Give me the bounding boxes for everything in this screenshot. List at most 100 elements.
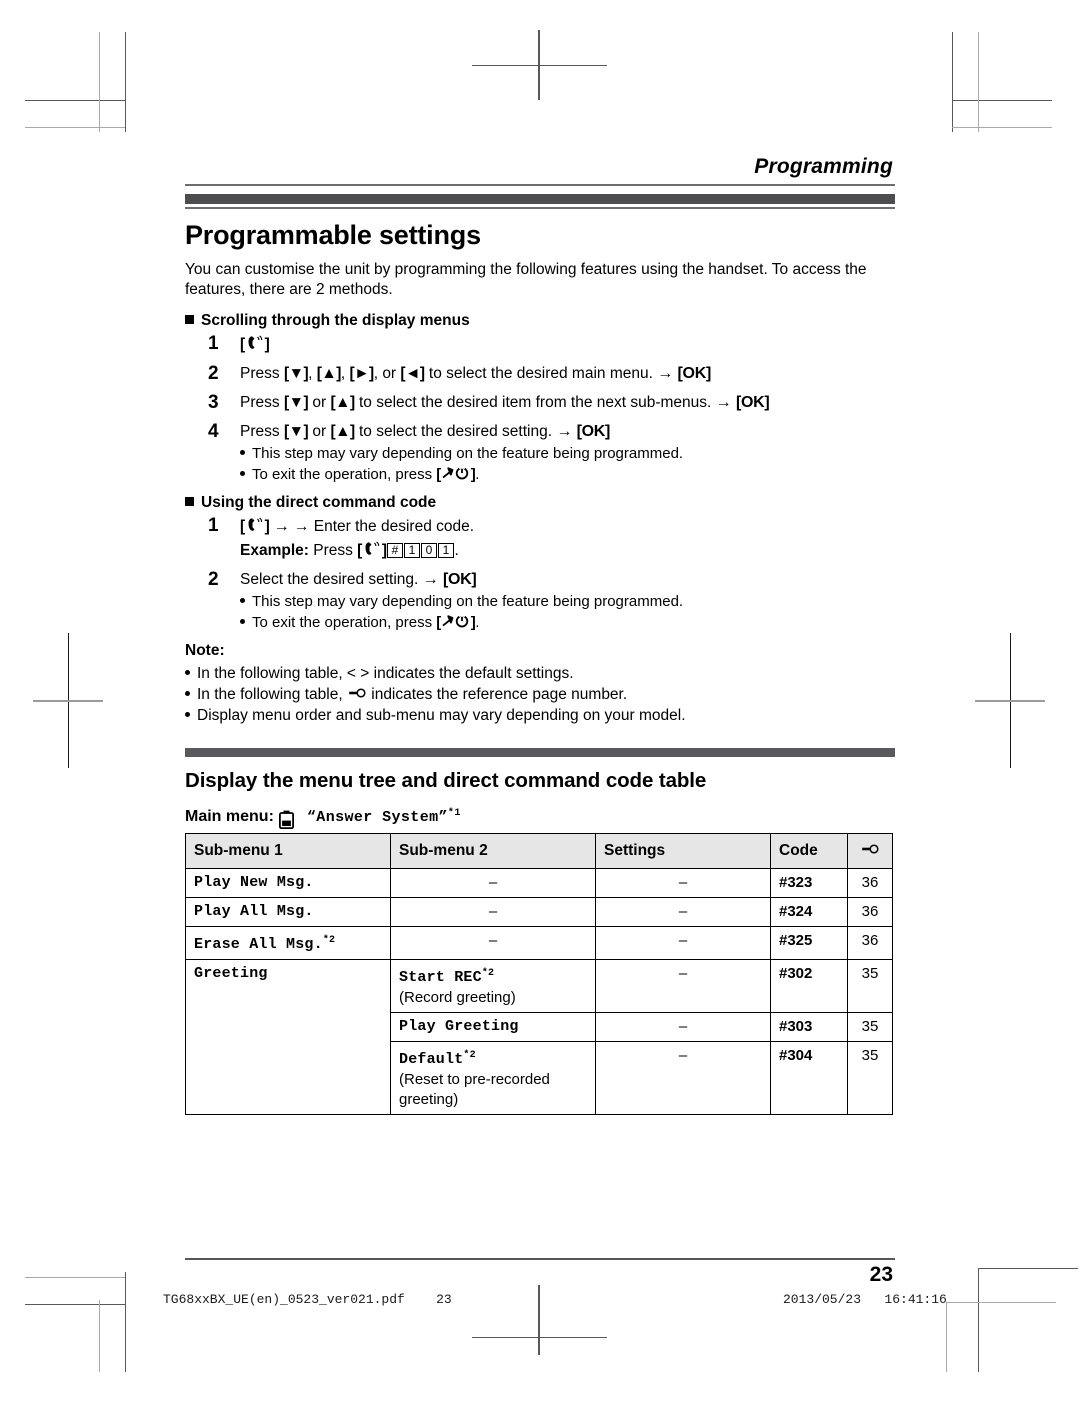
printer-footer-right: 2013/05/23 16:41:16: [783, 1292, 947, 1307]
crop-mark-bottom-left-horizontal: [25, 1304, 125, 1305]
subheading-label: Using the direct command code: [201, 494, 437, 511]
step-sub-bullets: This step may vary depending on the feat…: [240, 592, 895, 633]
printer-footer-filename: TG68xxBX_UE(en)_0523_ver021.pdf: [163, 1292, 405, 1307]
note-list: In the following table, < > indicates th…: [185, 663, 895, 726]
registration-mark-bottom-vertical: [538, 1285, 540, 1355]
crop-mark-bottom-left-vertical-2: [99, 1300, 100, 1372]
page-content: Programming Programmable settings You ca…: [185, 155, 895, 1287]
steps-list-scrolling: 1 [] 2 Press [▼], [▲], [►], or [◄] to se…: [185, 333, 895, 485]
table-row: Play New Msg. – – #323 36: [185, 868, 893, 898]
example-label: Example:: [240, 542, 309, 559]
printer-footer-time: 16:41:16: [884, 1292, 947, 1307]
step-text: []: [240, 335, 270, 353]
cell-settings: –: [595, 897, 771, 927]
cell-code: #303: [770, 1012, 848, 1042]
subheading-label: Scrolling through the display menus: [201, 312, 470, 329]
note-text: In the following table, indicates the re…: [197, 684, 628, 703]
table-row: Greeting Start REC*2 (Record greeting) –…: [185, 959, 893, 1115]
dot-bullet-icon: [240, 471, 245, 476]
step-number: 1: [208, 515, 219, 536]
crop-mark-bottom-right-horizontal-2: [946, 1302, 1056, 1303]
crop-mark-bottom-left-vertical: [125, 1272, 126, 1372]
step-number: 1: [208, 333, 219, 354]
table-header-row: Sub-menu 1 Sub-menu 2 Settings Code: [185, 833, 893, 869]
bullet-text: To exit the operation, press [].: [252, 614, 480, 631]
crop-mark-bottom-left-horizontal-2: [25, 1277, 125, 1278]
header-rule: [185, 184, 895, 186]
cell-code: #324: [770, 897, 848, 927]
cell-settings: –: [595, 868, 771, 898]
crop-mark-top-right-horizontal: [952, 100, 1052, 101]
cell-sub-menu-1: Erase All Msg.*2: [185, 926, 391, 960]
subheading-scrolling-display-menus: Scrolling through the display menus: [185, 312, 895, 330]
main-menu-value: “Answer System”*1: [306, 807, 461, 826]
step-item: 4 Press [▼] or [▲] to select the desired…: [185, 421, 895, 485]
keypad-key-1b[interactable]: 1: [438, 543, 455, 558]
cell-settings: –: [595, 926, 771, 960]
cell-code: #304: [770, 1041, 848, 1115]
cell-reference-page: 36: [847, 868, 893, 898]
cell-sub-menu-2: –: [390, 897, 596, 927]
power-off-icon: [441, 614, 471, 629]
printer-footer-left: TG68xxBX_UE(en)_0523_ver021.pdf 23: [163, 1292, 452, 1307]
cell-reference-page: 36: [847, 897, 893, 927]
step-item: 2 Press [▼], [▲], [►], or [◄] to select …: [185, 363, 895, 385]
steps-list-direct-code: 1 [] → → Enter the desired code. Example…: [185, 515, 895, 633]
cell-sub-menu-2: Start REC*2 (Record greeting): [390, 959, 596, 1013]
cell-sub-menu-2: –: [390, 926, 596, 960]
table-body: Play New Msg. – – #323 36 Play All Msg. …: [185, 868, 893, 1115]
step1-text: → Enter the desired code.: [293, 518, 475, 535]
step-number: 4: [208, 421, 219, 442]
reference-page-key-icon: [860, 841, 880, 854]
talk-handset-icon: [245, 517, 265, 533]
column-header-reference-page: [847, 833, 893, 869]
bullet-item: To exit the operation, press [].: [240, 612, 895, 633]
running-head: Programming: [754, 155, 893, 178]
step-item: 1 []: [185, 333, 895, 356]
registration-mark-bottom-horizontal: [472, 1337, 607, 1338]
step-text: Press [▼] or [▲] to select the desired s…: [240, 421, 895, 485]
column-header-sub-menu-1: Sub-menu 1: [185, 833, 391, 869]
keypad-key-1[interactable]: 1: [404, 543, 421, 558]
column-header-settings: Settings: [595, 833, 771, 869]
dot-bullet-icon: [185, 670, 190, 675]
section-bar-underline: [185, 207, 895, 209]
reference-page-key-icon: [347, 684, 367, 698]
dot-bullet-icon: [240, 619, 245, 624]
table-row: Play All Msg. – – #324 36: [185, 897, 893, 927]
crop-mark-top-right-vertical-2: [978, 32, 979, 132]
cell-reference-page: 35: [847, 959, 893, 1013]
note-item: In the following table, < > indicates th…: [185, 663, 895, 684]
footer-rule: [185, 1258, 895, 1260]
main-menu-label: Main menu:: [185, 807, 274, 825]
power-off-icon: [441, 466, 471, 481]
crop-mark-top-right-vertical: [952, 32, 953, 132]
cell-sub-menu-2-note: (Reset to pre-recorded greeting): [399, 1071, 550, 1108]
display-battery-icon: [278, 810, 294, 830]
page-number: 23: [869, 1263, 893, 1286]
dot-bullet-icon: [240, 450, 245, 455]
crop-mark-bottom-right-vertical: [978, 1268, 979, 1372]
note-item: Display menu order and sub-menu may vary…: [185, 705, 895, 726]
cell-sub-menu-2: Play Greeting: [390, 1012, 596, 1042]
dot-bullet-icon: [240, 598, 245, 603]
note-text: Display menu order and sub-menu may vary…: [197, 707, 686, 724]
cell-sub-menu-1: Play New Msg.: [185, 868, 391, 898]
section-bar: [185, 192, 895, 206]
cell-settings: –: [595, 1041, 771, 1115]
printer-footer-page: 23: [436, 1292, 452, 1307]
keypad-key-0[interactable]: 0: [421, 543, 438, 558]
keypad-key-hash[interactable]: #: [387, 543, 404, 558]
column-header-code: Code: [770, 833, 848, 869]
cell-code: #325: [770, 926, 848, 960]
note-item: In the following table, indicates the re…: [185, 684, 895, 705]
cell-code: #323: [770, 868, 848, 898]
bullet-item: This step may vary depending on the feat…: [240, 592, 895, 612]
bullet-text: To exit the operation, press [].: [252, 466, 480, 483]
step-text: Press [▼], [▲], [►], or [◄] to select th…: [240, 365, 711, 382]
cell-sub-menu-2: –: [390, 868, 596, 898]
cell-sub-menu-2: Default*2 (Reset to pre-recorded greetin…: [390, 1041, 596, 1115]
menu-tree-table: Sub-menu 1 Sub-menu 2 Settings Code Play…: [185, 833, 893, 1115]
step-text: Select the desired setting. → [OK] This …: [240, 569, 895, 633]
step-text: Press [▼] or [▲] to select the desired i…: [240, 394, 770, 411]
